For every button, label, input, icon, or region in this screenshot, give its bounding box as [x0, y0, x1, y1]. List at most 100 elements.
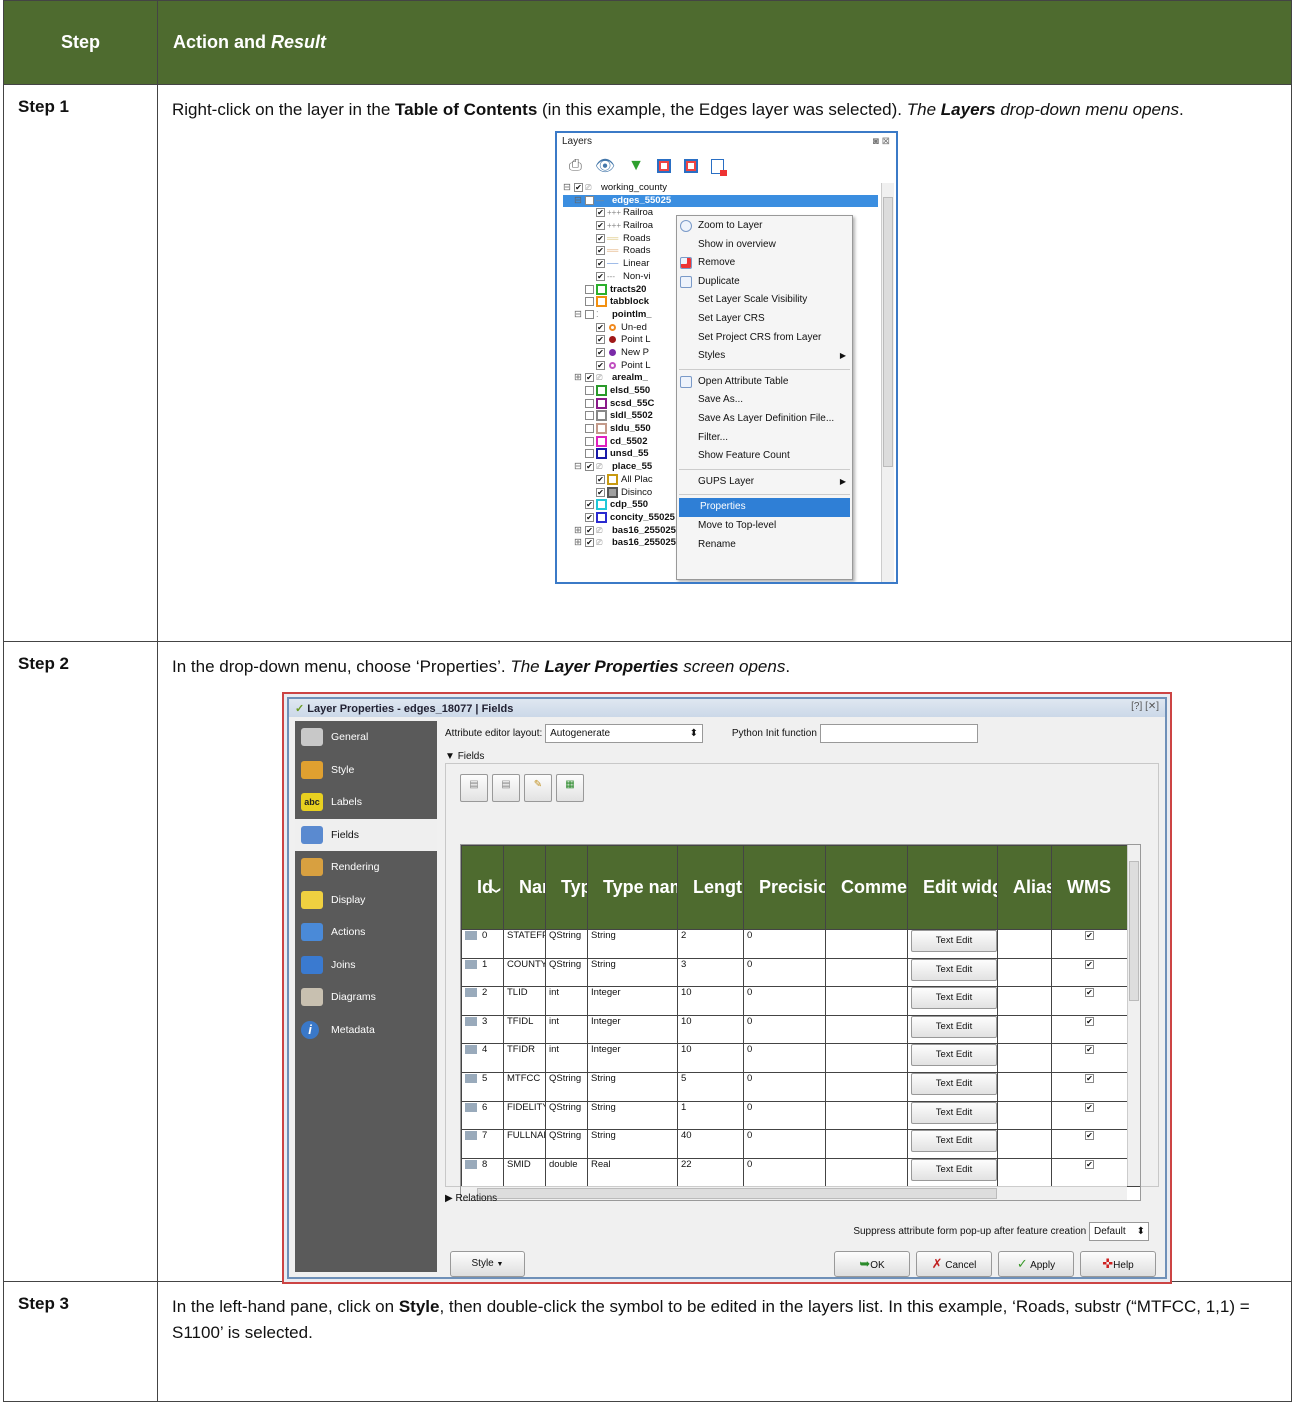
menu-item-gups-layer[interactable]: GUPS Layer ▶	[677, 473, 852, 492]
menu-item-remove[interactable]: Remove	[677, 254, 852, 273]
remove-layer-icon[interactable]	[710, 158, 727, 176]
column-header-length[interactable]: Length	[677, 845, 744, 930]
sidebar-item-actions[interactable]: Actions	[295, 916, 437, 949]
editor-layout-select[interactable]: Autogenerate ⬍	[545, 724, 704, 743]
column-header-alias[interactable]: Alias	[997, 845, 1052, 930]
layer-checkbox[interactable]: ✔	[585, 512, 594, 522]
layer-checkbox[interactable]: ✔	[596, 474, 605, 484]
expand-toggle-icon[interactable]: ⊟	[574, 461, 585, 474]
edit-widget-button[interactable]: Text Edit	[911, 987, 997, 1010]
layer-checkbox[interactable]: ✔	[596, 347, 605, 357]
layer-checkbox[interactable]: ✔	[596, 233, 605, 243]
style-menu-button[interactable]: Style ▼	[450, 1251, 525, 1277]
table-row[interactable]: 0 STATEFP QString String 2 0 Text Edit ✔	[461, 929, 1140, 959]
close-icon[interactable]: [✕]	[1145, 701, 1159, 712]
layers-scrollbar[interactable]	[881, 183, 894, 582]
wms-checkbox[interactable]: ✔	[1085, 930, 1094, 940]
table-row[interactable]: 7FULLNAMEQStringString400 Text Edit ✔	[461, 1129, 1140, 1159]
expand-toggle-icon[interactable]: ⊞	[574, 372, 585, 385]
table-row[interactable]: 8 SMID double Real 22 0 Text Edit ✔	[461, 1157, 1140, 1188]
wms-checkbox[interactable]: ✔	[1085, 1102, 1094, 1112]
python-init-input[interactable]	[819, 724, 978, 743]
alias-cell[interactable]	[997, 1100, 1052, 1131]
expand-toggle-icon[interactable]: ⊞	[574, 537, 585, 550]
sidebar-item-fields[interactable]: Fields	[295, 818, 437, 851]
layer-checkbox[interactable]: ✔	[596, 487, 605, 497]
filter-legend-icon[interactable]: ▼	[628, 157, 644, 175]
cancel-button[interactable]: ✗ Cancel	[916, 1251, 992, 1277]
layer-checkbox[interactable]: ✔	[596, 221, 605, 231]
new-field-icon[interactable]: ▤	[460, 774, 488, 802]
menu-item-save-as[interactable]: Save As...	[677, 391, 852, 410]
expand-toggle-icon[interactable]: ⊟	[574, 195, 585, 208]
layer-checkbox[interactable]	[585, 411, 594, 421]
sidebar-item-metadata[interactable]: i Metadata	[295, 1014, 437, 1047]
table-row[interactable]: 4 TFIDR int Integer 10 0 Text Edit ✔	[461, 1043, 1140, 1073]
collapse-all-icon[interactable]	[683, 159, 698, 173]
menu-item-set-project-crs-from-layer[interactable]: Set Project CRS from Layer	[677, 329, 852, 348]
layer-checkbox[interactable]: ✔	[596, 208, 605, 218]
alias-cell[interactable]	[997, 929, 1052, 959]
menu-item-show-in-overview[interactable]: Show in overview	[677, 236, 852, 255]
layer-checkbox[interactable]: ✔	[596, 360, 605, 370]
table-row[interactable]: 5 MTFCC QString String 5 0 Text Edit ✔	[461, 1071, 1140, 1102]
alias-cell[interactable]	[997, 1129, 1052, 1159]
column-header-type-name[interactable]: Type name	[587, 845, 678, 930]
suppress-popup-select[interactable]: Default ⬍	[1089, 1222, 1149, 1241]
expand-toggle-icon[interactable]: ⊞	[574, 525, 585, 538]
apply-button[interactable]: ✓ Apply	[998, 1251, 1074, 1277]
sidebar-item-display[interactable]: Display	[295, 884, 437, 917]
layer-checkbox[interactable]	[585, 424, 594, 434]
layer-checkbox[interactable]: ✔	[585, 462, 594, 472]
help-button[interactable]: ✜Help	[1080, 1251, 1156, 1277]
menu-item-save-as-layer-definition-file[interactable]: Save As Layer Definition File...	[677, 410, 852, 429]
column-header-precision[interactable]: Precision	[743, 845, 826, 930]
column-header-name[interactable]: Name	[503, 845, 546, 930]
collapse-fields-icon[interactable]: ▼	[445, 751, 455, 762]
edit-widget-button[interactable]: Text Edit	[911, 1073, 997, 1095]
alias-cell[interactable]	[997, 1014, 1052, 1045]
delete-field-icon[interactable]: ▤	[492, 774, 520, 802]
wms-checkbox[interactable]: ✔	[1085, 959, 1094, 969]
alias-cell[interactable]	[997, 1157, 1052, 1188]
layer-checkbox[interactable]: ✔	[574, 182, 583, 192]
expand-relations-icon[interactable]: ▶	[445, 1193, 453, 1204]
layer-checkbox[interactable]	[585, 309, 594, 319]
menu-item-move-to-top-level[interactable]: Move to Top-level	[677, 517, 852, 536]
menu-item-rename[interactable]: Rename	[677, 536, 852, 555]
sidebar-item-joins[interactable]: Joins	[295, 949, 437, 982]
sidebar-item-rendering[interactable]: Rendering	[295, 851, 437, 884]
layer-checkbox[interactable]	[585, 436, 594, 446]
layer-checkbox[interactable]	[585, 284, 594, 294]
edit-widget-button[interactable]: Text Edit	[911, 959, 997, 981]
wms-checkbox[interactable]: ✔	[1085, 988, 1094, 998]
layer-checkbox[interactable]: ✔	[585, 525, 594, 535]
layer-checkbox[interactable]	[585, 386, 594, 395]
menu-item-duplicate[interactable]: Duplicate	[677, 273, 852, 292]
alias-cell[interactable]	[997, 1043, 1052, 1073]
sidebar-item-style[interactable]: Style	[295, 754, 437, 787]
table-row[interactable]: 1COUNTYFPQStringString30 Text Edit ✔	[461, 957, 1140, 988]
table-row[interactable]: 2 TLID int Integer 10 0 Text Edit ✔	[461, 986, 1140, 1016]
edit-widget-button[interactable]: Text Edit	[911, 1044, 997, 1067]
layer-checkbox[interactable]: ✔	[596, 322, 605, 332]
fields-vertical-scrollbar[interactable]	[1127, 845, 1140, 1186]
edit-widget-button[interactable]: Text Edit	[911, 1130, 997, 1153]
wms-checkbox[interactable]: ✔	[1085, 1159, 1094, 1169]
menu-item-show-feature-count[interactable]: Show Feature Count	[677, 447, 852, 466]
menu-item-filter[interactable]: Filter...	[677, 429, 852, 448]
alias-cell[interactable]	[997, 1071, 1052, 1102]
layer-checkbox[interactable]	[585, 398, 594, 408]
column-header-type[interactable]: Type	[545, 845, 588, 930]
menu-item-open-attribute-table[interactable]: Open Attribute Table	[677, 373, 852, 392]
table-row[interactable]: 3 TFIDL int Integer 10 0 Text Edit ✔	[461, 1014, 1140, 1045]
fields-horizontal-scrollbar[interactable]	[461, 1186, 1127, 1200]
table-row[interactable]: 6 FIDELITY QString String 1 0 Text Edit ✔	[461, 1100, 1140, 1131]
layer-checkbox[interactable]: ✔	[585, 373, 594, 383]
layer-checkbox[interactable]: ✔	[596, 271, 605, 281]
wms-checkbox[interactable]: ✔	[1085, 1045, 1094, 1055]
column-header-edit-widget[interactable]: Edit widget	[907, 845, 998, 930]
menu-item-set-layer-crs[interactable]: Set Layer CRS	[677, 310, 852, 329]
edit-widget-button[interactable]: Text Edit	[911, 930, 997, 952]
wms-checkbox[interactable]: ✔	[1085, 1016, 1094, 1026]
